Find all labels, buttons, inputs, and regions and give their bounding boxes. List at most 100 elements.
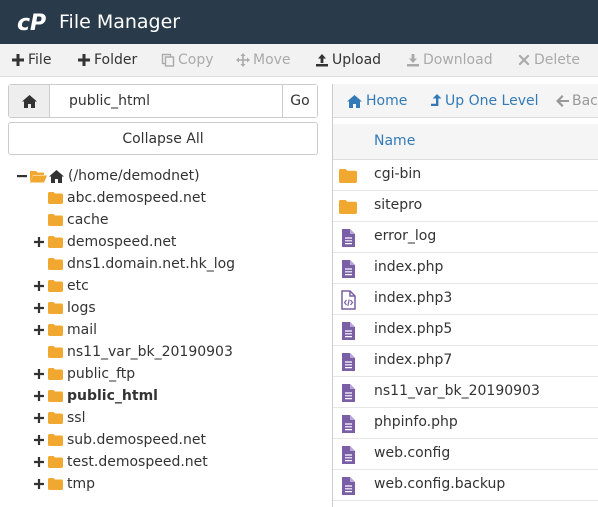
tree-root[interactable]: (/home/demodnet)	[17, 165, 200, 187]
expand-plus-icon[interactable]	[34, 391, 44, 401]
expand-plus-icon[interactable]	[34, 281, 44, 291]
cpanel-logo-icon: cP	[17, 11, 46, 35]
tree-item[interactable]: mail	[34, 319, 97, 341]
delete-icon	[518, 54, 530, 66]
expand-plus-icon[interactable]	[34, 413, 44, 423]
text-file-icon	[342, 477, 355, 495]
home-button-label: Home	[366, 93, 408, 109]
tree-item[interactable]: public_html	[34, 385, 158, 407]
up-one-level-button[interactable]: Up One Level	[431, 84, 539, 118]
tree-item-label: sub.demospeed.net	[67, 432, 206, 448]
app-title: File Manager	[59, 11, 181, 33]
plus-icon	[12, 54, 24, 66]
back-button[interactable]: Bac	[556, 84, 598, 118]
home-icon	[49, 169, 64, 183]
file-row[interactable]: sitepro	[333, 191, 598, 222]
file-name[interactable]: index.php5	[374, 321, 452, 337]
copy-icon	[161, 53, 175, 67]
tree-item-label: mail	[67, 322, 97, 338]
folder-icon	[48, 478, 63, 490]
download-button[interactable]: Download	[406, 44, 493, 76]
tree-item-label: logs	[67, 300, 96, 316]
expand-plus-icon[interactable]	[34, 237, 44, 247]
file-name[interactable]: error_log	[374, 228, 436, 244]
file-row[interactable]: index.php	[333, 253, 598, 284]
file-name[interactable]: index.php3	[374, 290, 452, 306]
file-row[interactable]: cgi-bin	[333, 160, 598, 191]
home-icon	[347, 94, 362, 108]
home-button[interactable]: Home	[347, 84, 407, 118]
move-label: Move	[253, 52, 291, 68]
folder-icon	[339, 169, 357, 183]
file-row[interactable]: index.php5	[333, 315, 598, 346]
toolbar: File Folder Copy Move Upload Download De…	[0, 44, 598, 77]
tree-item[interactable]: etc	[34, 275, 89, 297]
tree-item[interactable]: ns11_var_bk_20190903	[48, 341, 233, 363]
expand-plus-icon[interactable]	[34, 435, 44, 445]
expand-plus-icon[interactable]	[34, 479, 44, 489]
file-row[interactable]: web.config	[333, 439, 598, 470]
copy-button[interactable]: Copy	[161, 44, 214, 76]
file-row[interactable]: ns11_var_bk_20190903	[333, 377, 598, 408]
tree-item[interactable]: logs	[34, 297, 96, 319]
collapse-all-button[interactable]: Collapse All	[8, 122, 318, 155]
tree-item-label: cache	[67, 212, 109, 228]
text-file-icon	[342, 384, 355, 402]
path-bar: Go	[8, 84, 318, 118]
expand-plus-icon[interactable]	[34, 369, 44, 379]
tree-item[interactable]: abc.demospeed.net	[48, 187, 206, 209]
file-row[interactable]: error_log	[333, 222, 598, 253]
new-folder-button[interactable]: Folder	[77, 44, 137, 76]
upload-icon	[316, 54, 328, 67]
folder-icon	[48, 192, 63, 204]
collapse-minus-icon[interactable]	[17, 171, 27, 181]
folder-icon	[48, 302, 63, 314]
upload-label: Upload	[332, 52, 382, 68]
folder-icon	[339, 200, 357, 214]
tree-item-label: abc.demospeed.net	[67, 190, 207, 206]
file-row[interactable]: phpinfo.php	[333, 408, 598, 439]
home-icon	[21, 94, 37, 108]
tree-item[interactable]: public_ftp	[34, 363, 135, 385]
file-name[interactable]: phpinfo.php	[374, 414, 458, 430]
text-file-icon	[342, 446, 355, 464]
path-input[interactable]	[50, 85, 282, 117]
file-row[interactable]: web.config.backup	[333, 470, 598, 501]
file-row[interactable]: index.php3	[333, 284, 598, 315]
expand-plus-icon[interactable]	[34, 303, 44, 313]
name-column-header[interactable]: Name	[374, 133, 415, 149]
upload-button[interactable]: Upload	[315, 44, 381, 76]
file-name[interactable]: index.php7	[374, 352, 452, 368]
tree-item-label: ssl	[67, 410, 86, 426]
move-icon	[236, 53, 250, 67]
tree-item[interactable]: ssl	[34, 407, 85, 429]
expand-plus-icon[interactable]	[34, 457, 44, 467]
level-up-icon	[431, 94, 442, 106]
file-name[interactable]: web.config	[374, 445, 450, 461]
tree-item-label: public_html	[67, 388, 158, 404]
tree-item[interactable]: demospeed.net	[34, 231, 176, 253]
tree-root-label: (/home/demodnet)	[68, 168, 200, 184]
new-file-button[interactable]: File	[11, 44, 51, 76]
tree-item-label: demospeed.net	[67, 234, 177, 250]
tree-item[interactable]: cache	[48, 209, 108, 231]
delete-button[interactable]: Delete	[517, 44, 580, 76]
go-button[interactable]: Go	[282, 85, 317, 117]
tree-item-label: test.demospeed.net	[67, 454, 208, 470]
file-name[interactable]: sitepro	[374, 197, 422, 213]
move-button[interactable]: Move	[236, 44, 291, 76]
expand-plus-icon[interactable]	[34, 325, 44, 335]
folder-icon	[48, 280, 63, 292]
file-name[interactable]: web.config.backup	[374, 476, 505, 492]
file-name[interactable]: ns11_var_bk_20190903	[374, 383, 540, 399]
folder-icon	[48, 346, 63, 358]
home-path-button[interactable]	[9, 85, 50, 117]
file-name[interactable]: cgi-bin	[374, 166, 421, 182]
file-row[interactable]: index.php7	[333, 346, 598, 377]
tree-item[interactable]: tmp	[34, 473, 95, 495]
tree-item[interactable]: sub.demospeed.net	[34, 429, 206, 451]
file-name[interactable]: index.php	[374, 259, 443, 275]
tree-item[interactable]: test.demospeed.net	[34, 451, 208, 473]
tree-item[interactable]: dns1.domain.net.hk_log	[48, 253, 235, 275]
folder-icon	[48, 456, 63, 468]
